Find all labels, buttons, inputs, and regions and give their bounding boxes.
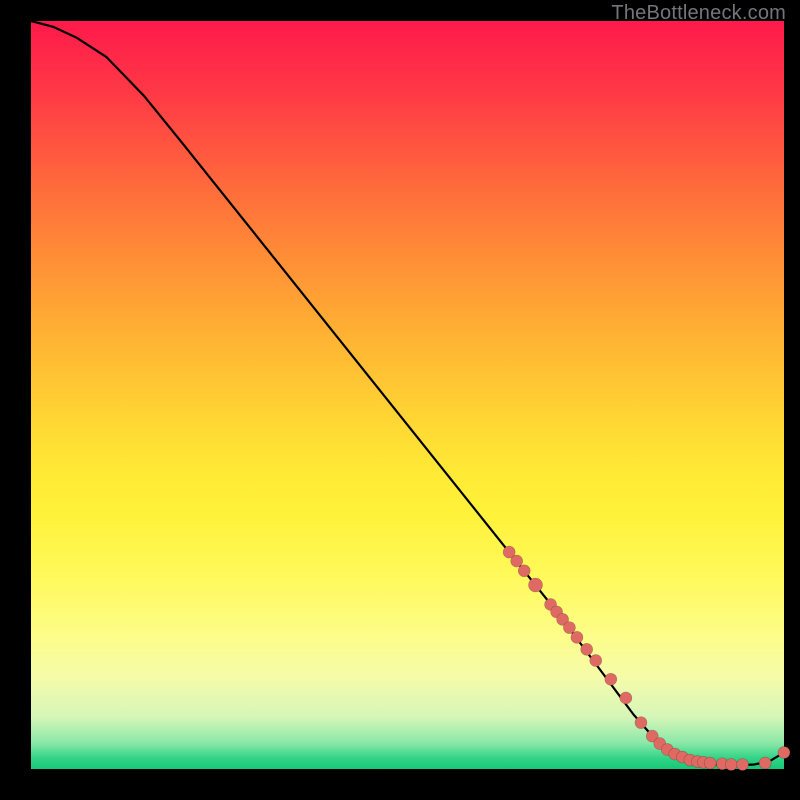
curve-marker <box>529 578 543 592</box>
chart-overlay-svg <box>31 21 784 769</box>
curve-marker <box>590 655 602 667</box>
curve-marker <box>778 747 790 759</box>
curve-marker <box>563 622 575 634</box>
curve-marker <box>581 643 593 655</box>
curve-marker <box>620 692 632 704</box>
curve-marker <box>759 757 771 769</box>
curve-marker <box>605 673 617 685</box>
curve-marker <box>704 757 716 769</box>
curve-marker <box>571 631 583 643</box>
curve-marker <box>635 717 647 729</box>
curve-marker <box>518 565 530 577</box>
curve-marker <box>737 759 749 771</box>
curve-marker <box>725 759 737 771</box>
curve-marker <box>511 555 523 567</box>
marker-group <box>503 546 790 770</box>
chart-stage: TheBottleneck.com <box>0 0 800 800</box>
bottleneck-curve <box>31 21 784 765</box>
